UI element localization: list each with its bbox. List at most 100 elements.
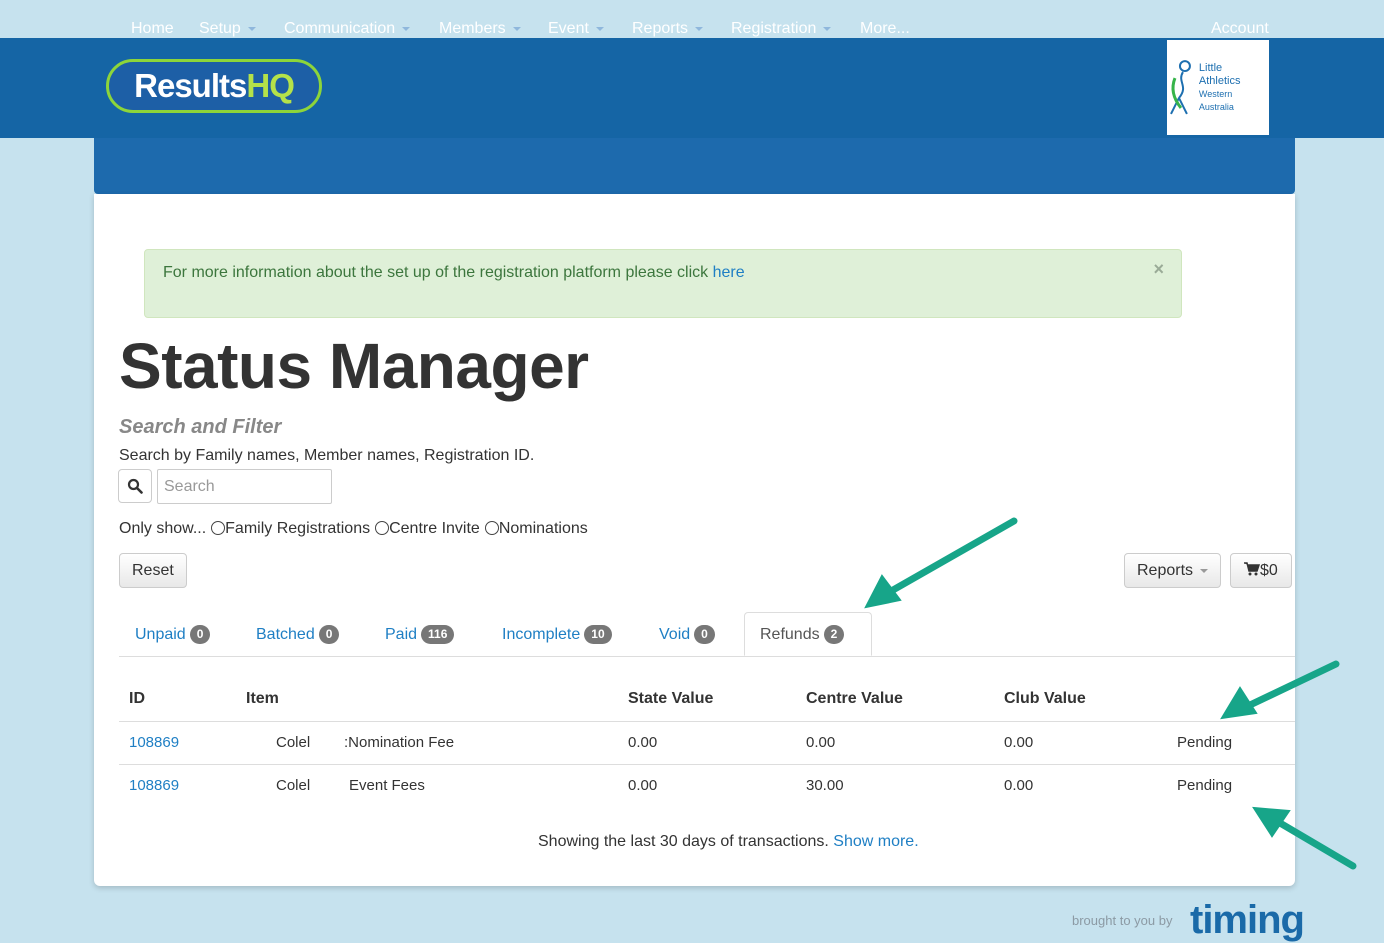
nav-setup[interactable]: Setup bbox=[199, 0, 256, 56]
tab-void-label: Void bbox=[659, 626, 691, 643]
tab-paid[interactable]: Paid 116 bbox=[385, 614, 455, 656]
column-header-centre-value: Centre Value bbox=[806, 690, 903, 707]
status-text: Pending bbox=[1177, 734, 1233, 751]
centre-value: 0.00 bbox=[806, 734, 836, 751]
info-alert: For more information about the set up of… bbox=[144, 249, 1182, 318]
nav-account-label: Account bbox=[1211, 20, 1269, 37]
club-value: 0.00 bbox=[1004, 777, 1034, 794]
nav-setup-label: Setup bbox=[199, 20, 241, 37]
nav-home[interactable]: Home bbox=[131, 0, 174, 56]
nav-registration[interactable]: Registration bbox=[731, 0, 832, 56]
tab-void[interactable]: Void 0 bbox=[659, 614, 715, 656]
radio-nominations[interactable] bbox=[484, 521, 499, 535]
logo-text-hq: HQ bbox=[246, 67, 294, 104]
nav-event-label: Event bbox=[548, 20, 589, 37]
item-name: Event Fees bbox=[349, 777, 425, 794]
column-header-id: ID bbox=[129, 690, 145, 707]
column-header-item: Item bbox=[246, 690, 279, 707]
radio-family-registrations[interactable] bbox=[211, 521, 226, 535]
nav-account[interactable]: Account bbox=[1211, 0, 1269, 56]
reports-button-label: Reports bbox=[1137, 562, 1194, 579]
nav-event[interactable]: Event bbox=[548, 0, 604, 56]
tab-batched-count: 0 bbox=[318, 625, 340, 644]
section-subtitle: Search and Filter bbox=[119, 416, 282, 438]
item-name: :Nomination Fee bbox=[344, 734, 455, 751]
tab-unpaid[interactable]: Unpaid 0 bbox=[135, 614, 211, 656]
resultshq-logo[interactable]: Results HQ bbox=[106, 59, 322, 113]
filter-options: Only show... Family Registrations Centre I… bbox=[119, 520, 588, 538]
close-icon[interactable]: × bbox=[1153, 259, 1164, 280]
nav-registration-label: Registration bbox=[731, 20, 817, 37]
table-divider bbox=[119, 764, 1295, 765]
search-button[interactable] bbox=[118, 469, 152, 503]
nav-communication-label: Communication bbox=[284, 20, 396, 37]
tab-incomplete[interactable]: Incomplete 10 bbox=[502, 614, 612, 656]
cart-total: $0 bbox=[1260, 562, 1278, 579]
search-help-text: Search by Family names, Member names, Re… bbox=[119, 447, 535, 464]
nav-members-label: Members bbox=[439, 20, 506, 37]
partner-logo-line2: Athletics bbox=[1198, 74, 1241, 87]
tabs-divider bbox=[119, 656, 1295, 657]
nav-reports-label: Reports bbox=[632, 20, 689, 37]
reports-dropdown-button[interactable]: Reports bbox=[1124, 553, 1222, 588]
search-icon bbox=[127, 478, 143, 494]
nav-members[interactable]: Members bbox=[439, 0, 521, 56]
filter-nominations-label: Nominations bbox=[498, 520, 588, 537]
nav-communication[interactable]: Communication bbox=[284, 0, 411, 56]
chevron-down-icon bbox=[1200, 568, 1209, 573]
tab-refunds-count: 2 bbox=[823, 625, 845, 644]
tab-unpaid-count: 0 bbox=[189, 625, 211, 644]
registration-id-link[interactable]: 108869 bbox=[129, 777, 179, 794]
tab-batched-label: Batched bbox=[256, 626, 315, 643]
column-header-club-value: Club Value bbox=[1004, 690, 1086, 707]
show-more-link[interactable]: Show more. bbox=[833, 833, 918, 850]
cart-icon bbox=[1244, 562, 1261, 576]
transactions-note: Showing the last 30 days of transactions… bbox=[538, 833, 919, 851]
nav-reports[interactable]: Reports bbox=[632, 0, 704, 56]
nav-more-label: More... bbox=[860, 20, 910, 37]
partner-logo-line1: Little bbox=[1198, 61, 1223, 74]
search-input[interactable] bbox=[157, 469, 332, 504]
page-title: Status Manager bbox=[119, 330, 589, 402]
timing-brand-logo: timing bbox=[1190, 898, 1305, 942]
chevron-down-icon bbox=[823, 26, 832, 31]
nav-more[interactable]: More... bbox=[860, 0, 910, 56]
main-navbar bbox=[94, 138, 1295, 194]
logo-text-main: Results bbox=[134, 67, 247, 104]
tab-paid-count: 116 bbox=[421, 625, 455, 644]
chevron-down-icon bbox=[512, 26, 521, 31]
member-name: Colel bbox=[276, 777, 311, 794]
tab-incomplete-label: Incomplete bbox=[502, 626, 581, 643]
state-value: 0.00 bbox=[628, 777, 658, 794]
tab-void-count: 0 bbox=[694, 625, 715, 644]
athlete-figure-icon bbox=[1170, 59, 1191, 114]
table-divider bbox=[119, 721, 1295, 722]
tab-unpaid-label: Unpaid bbox=[135, 626, 186, 643]
chevron-down-icon bbox=[247, 26, 256, 31]
tab-refunds-label: Refunds bbox=[760, 626, 820, 643]
filter-label: Only show... bbox=[119, 520, 207, 537]
tab-incomplete-count: 10 bbox=[584, 625, 612, 644]
tab-paid-label: Paid bbox=[385, 626, 418, 643]
cart-button[interactable]: $0 bbox=[1230, 553, 1292, 588]
tab-refunds[interactable]: Refunds 2 bbox=[744, 612, 872, 656]
chevron-down-icon bbox=[402, 26, 411, 31]
chevron-down-icon bbox=[695, 26, 704, 31]
column-header-state-value: State Value bbox=[628, 690, 714, 707]
nav-home-label: Home bbox=[131, 20, 174, 37]
alert-text: For more information about the set up of… bbox=[163, 264, 713, 281]
partner-logo-line3: Western Australia bbox=[1198, 88, 1234, 112]
centre-value: 30.00 bbox=[806, 777, 844, 794]
registration-id-link[interactable]: 108869 bbox=[129, 734, 179, 751]
reset-button[interactable]: Reset bbox=[119, 553, 187, 588]
state-value: 0.00 bbox=[628, 734, 658, 751]
filter-family-registrations-label: Family Registrations bbox=[225, 520, 371, 537]
radio-centre-invite[interactable] bbox=[375, 521, 390, 535]
reset-button-label: Reset bbox=[132, 562, 174, 579]
status-text: Pending bbox=[1177, 777, 1233, 794]
filter-centre-invite-label: Centre Invite bbox=[389, 520, 480, 537]
tab-batched[interactable]: Batched 0 bbox=[256, 614, 340, 656]
alert-here-link[interactable]: here bbox=[713, 264, 745, 281]
member-name: Colel bbox=[276, 734, 311, 751]
club-value: 0.00 bbox=[1004, 734, 1034, 751]
